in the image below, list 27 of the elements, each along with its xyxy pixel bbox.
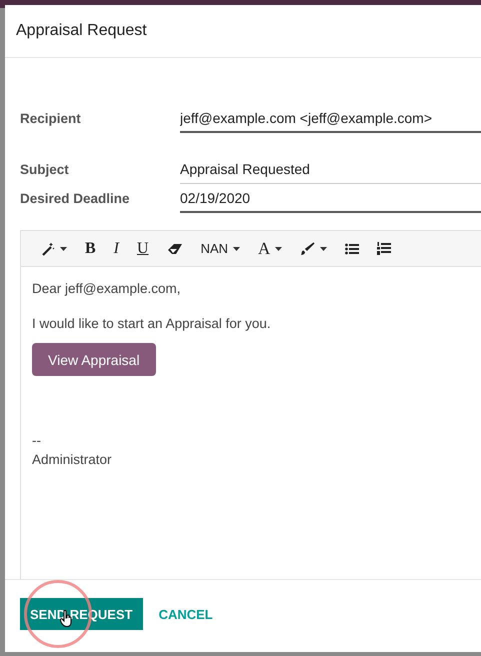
caret-icon	[233, 246, 240, 250]
view-appraisal-button[interactable]: View Appraisal	[32, 343, 156, 376]
eraser-icon	[166, 242, 183, 254]
field-label: Desired Deadline	[20, 191, 131, 206]
input-field[interactable]: jeff@example.com <jeff@example.com>	[180, 104, 481, 132]
font-size-button[interactable]: NAN	[192, 234, 248, 262]
caret-icon	[60, 246, 67, 250]
caret-icon	[275, 246, 282, 250]
italic-button[interactable]: I	[106, 234, 127, 262]
font-color-button[interactable]: A	[250, 234, 290, 262]
signature-text: Administrator	[32, 452, 112, 467]
bullet-list-icon	[345, 242, 360, 254]
signature-separator: --	[32, 433, 41, 448]
field-label: Recipient	[20, 111, 82, 126]
brush-icon	[300, 242, 316, 256]
rich-text-editor[interactable]: B I U NAN A Dear jeff@example.com, I would like to start an Appraisal for you. View Appraisal -- Administrator	[20, 230, 481, 580]
magic-wand-icon	[41, 242, 55, 256]
greeting-text: Dear jeff@example.com,	[32, 281, 181, 296]
bold-button[interactable]: B	[77, 234, 104, 262]
input-field[interactable]: Appraisal Requested	[180, 156, 481, 184]
caret-icon	[320, 246, 328, 250]
dialog-title: Appraisal Request	[16, 22, 147, 40]
underline-button[interactable]: U	[129, 234, 157, 262]
date-field[interactable]: 02/19/2020	[180, 184, 481, 212]
numbered-list-icon	[377, 242, 392, 255]
message-text: I would like to start an Appraisal for you.	[32, 316, 271, 331]
field-label: Subject	[20, 162, 70, 177]
